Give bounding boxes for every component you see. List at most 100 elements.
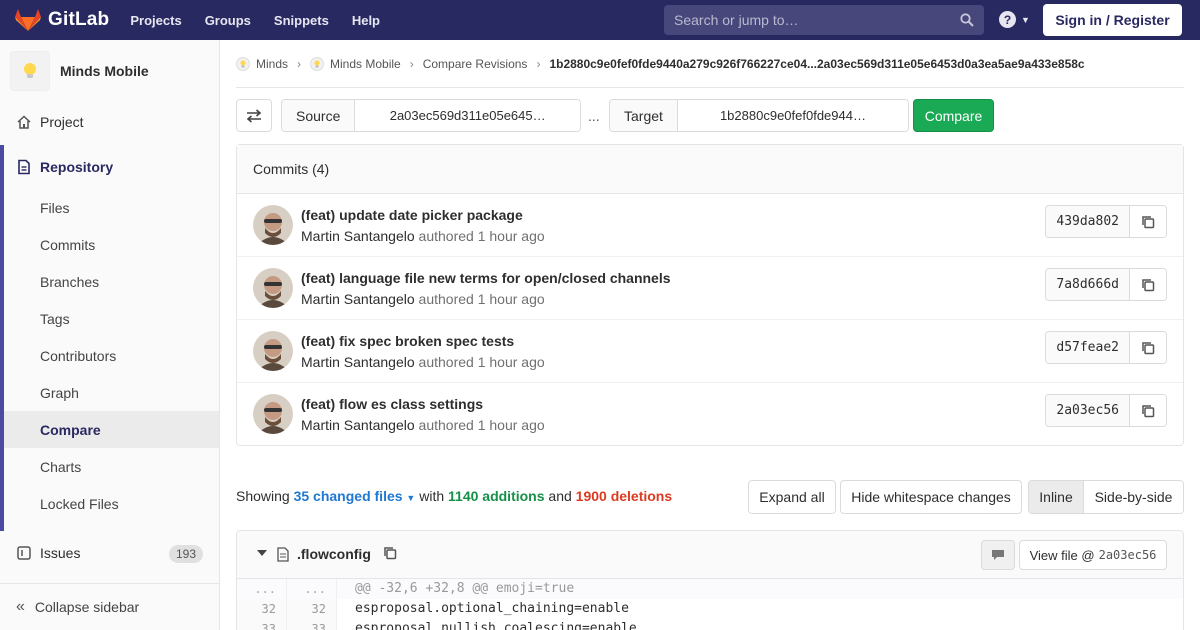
- sidebar-item-locked-files[interactable]: Locked Files: [4, 485, 219, 522]
- commit-row: (feat) language file new terms for open/…: [237, 257, 1183, 320]
- new-line-number[interactable]: ...: [287, 579, 337, 599]
- commit-sha-link[interactable]: 7a8d666d: [1046, 269, 1130, 300]
- new-line-number[interactable]: 33: [287, 619, 337, 630]
- sidebar-item-label: Project: [40, 114, 84, 130]
- commit-sha-link[interactable]: 2a03ec56: [1046, 395, 1130, 426]
- copy-icon[interactable]: [383, 546, 397, 560]
- target-revision-dropdown[interactable]: 1b2880c9e0fef0fde944…: [677, 100, 908, 131]
- sidebar-item-tags[interactable]: Tags: [4, 300, 219, 337]
- hide-whitespace-button[interactable]: Hide whitespace changes: [840, 480, 1022, 514]
- sidebar-item-label: Issues: [40, 545, 81, 561]
- view-file-sha: 2a03ec56: [1098, 548, 1157, 562]
- search-input[interactable]: [674, 12, 954, 28]
- sidebar-item-branches[interactable]: Branches: [4, 263, 219, 300]
- old-line-number[interactable]: ...: [237, 579, 287, 599]
- source-revision-dropdown[interactable]: 2a03ec569d311e05e645…: [355, 100, 580, 131]
- sidebar-item-charts[interactable]: Charts: [4, 448, 219, 485]
- sidebar-item-files[interactable]: Files: [4, 189, 219, 226]
- compare-button[interactable]: Compare: [913, 99, 994, 132]
- avatar[interactable]: [253, 331, 293, 371]
- collapse-file-caret-icon[interactable]: [257, 550, 267, 556]
- chevron-right-icon: ›: [297, 56, 302, 71]
- target-label: Target: [610, 100, 678, 131]
- breadcrumb-current[interactable]: 1b2880c9e0fef0fde9440a279c926f766227ce04…: [549, 57, 1084, 71]
- changed-files-dropdown[interactable]: 35 changed files ▼: [294, 488, 416, 504]
- sidebar-project-header[interactable]: Minds Mobile: [0, 40, 219, 102]
- showing-label: Showing: [236, 488, 290, 504]
- toggle-comments-button[interactable]: [981, 540, 1015, 570]
- search-box: [664, 5, 984, 35]
- diff-code: @@ -32,6 +32,8 @@ emoji=true: [337, 579, 1183, 599]
- commit-title[interactable]: (feat) flow es class settings: [301, 396, 483, 412]
- commit-row: (feat) fix spec broken spec tests Martin…: [237, 320, 1183, 383]
- commit-time: 1 hour ago: [477, 291, 545, 307]
- breadcrumb-compare-revisions[interactable]: Compare Revisions: [423, 57, 528, 71]
- diff-code: esproposal.nullish_coalescing=enable: [355, 621, 637, 630]
- sidebar-item-contributors[interactable]: Contributors: [4, 337, 219, 374]
- commit-title[interactable]: (feat) language file new terms for open/…: [301, 270, 671, 286]
- help-dropdown[interactable]: ? ▼: [999, 11, 1030, 28]
- group-avatar-icon: [236, 56, 250, 71]
- copy-sha-button[interactable]: [1130, 269, 1166, 300]
- sidebar-item-project[interactable]: Project: [0, 102, 219, 142]
- copy-sha-button[interactable]: [1130, 395, 1166, 426]
- swap-revisions-button[interactable]: [236, 99, 272, 132]
- avatar[interactable]: [253, 268, 293, 308]
- nav-snippets[interactable]: Snippets: [274, 13, 329, 28]
- commit-title[interactable]: (feat) update date picker package: [301, 207, 523, 223]
- avatar[interactable]: [253, 205, 293, 245]
- gitlab-home-link[interactable]: GitLab: [15, 8, 109, 32]
- nav-projects[interactable]: Projects: [130, 13, 181, 28]
- sidebar: Minds Mobile Project Repository Files Co…: [0, 40, 220, 630]
- expand-all-button[interactable]: Expand all: [748, 480, 836, 514]
- sidebar-item-repository[interactable]: Repository: [0, 145, 219, 189]
- diff-hunk-line: ... ... @@ -32,6 +32,8 @@ emoji=true: [237, 579, 1183, 599]
- sidebar-item-compare[interactable]: Compare: [4, 411, 219, 448]
- nav-links: Projects Groups Snippets Help: [130, 13, 403, 28]
- copy-sha-button[interactable]: [1130, 206, 1166, 237]
- old-line-number[interactable]: 32: [237, 599, 287, 619]
- sidebar-item-issues[interactable]: Issues 193: [0, 533, 219, 573]
- commit-time: 1 hour ago: [477, 354, 545, 370]
- diff-line: 32 32 esproposal.optional_chaining=enabl…: [237, 599, 1183, 619]
- avatar[interactable]: [253, 394, 293, 434]
- copy-icon: [1142, 341, 1155, 354]
- home-icon: [17, 115, 31, 129]
- commit-sha-link[interactable]: d57feae2: [1046, 332, 1130, 363]
- breadcrumb-minds-mobile[interactable]: Minds Mobile: [310, 56, 401, 71]
- copy-sha-button[interactable]: [1130, 332, 1166, 363]
- new-line-number[interactable]: 32: [287, 599, 337, 619]
- search-icon: [960, 13, 974, 27]
- nav-groups[interactable]: Groups: [205, 13, 251, 28]
- commit-author[interactable]: Martin Santangelo: [301, 354, 415, 370]
- lightbulb-icon: [24, 63, 36, 78]
- side-by-side-view-button[interactable]: Side-by-side: [1084, 481, 1183, 513]
- view-file-button[interactable]: View file @ 2a03ec56: [1019, 540, 1167, 570]
- diff-summary: Showing 35 changed files ▼ with 1140 add…: [236, 488, 672, 504]
- help-icon: ?: [999, 11, 1016, 28]
- brand-name: GitLab: [48, 9, 110, 30]
- top-navbar: GitLab Projects Groups Snippets Help ? ▼…: [0, 0, 1200, 40]
- sidebar-item-graph[interactable]: Graph: [4, 374, 219, 411]
- commit-author[interactable]: Martin Santangelo: [301, 228, 415, 244]
- commit-authored-label: authored: [418, 417, 474, 433]
- sidebar-item-commits[interactable]: Commits: [4, 226, 219, 263]
- old-line-number[interactable]: 33: [237, 619, 287, 630]
- commit-sha-link[interactable]: 439da802: [1046, 206, 1130, 237]
- sign-in-button[interactable]: Sign in / Register: [1043, 4, 1182, 36]
- nav-help[interactable]: Help: [352, 13, 380, 28]
- commit-meta: Martin Santangelo authored 1 hour ago: [301, 354, 545, 370]
- commit-time: 1 hour ago: [477, 417, 545, 433]
- commit-author[interactable]: Martin Santangelo: [301, 417, 415, 433]
- commit-title[interactable]: (feat) fix spec broken spec tests: [301, 333, 514, 349]
- commit-author[interactable]: Martin Santangelo: [301, 291, 415, 307]
- diff-file-header: .flowconfig View file @ 2a03ec56: [237, 531, 1183, 579]
- diff-file: .flowconfig View file @ 2a03ec56 ... ...…: [236, 530, 1184, 630]
- commit-row: (feat) update date picker package Martin…: [237, 194, 1183, 257]
- copy-icon: [1142, 278, 1155, 291]
- inline-view-button[interactable]: Inline: [1029, 481, 1084, 513]
- collapse-sidebar-button[interactable]: « Collapse sidebar: [0, 583, 219, 630]
- diff-file-name[interactable]: .flowconfig: [297, 546, 371, 562]
- breadcrumb-minds[interactable]: Minds: [236, 56, 288, 71]
- issues-icon: [17, 546, 31, 560]
